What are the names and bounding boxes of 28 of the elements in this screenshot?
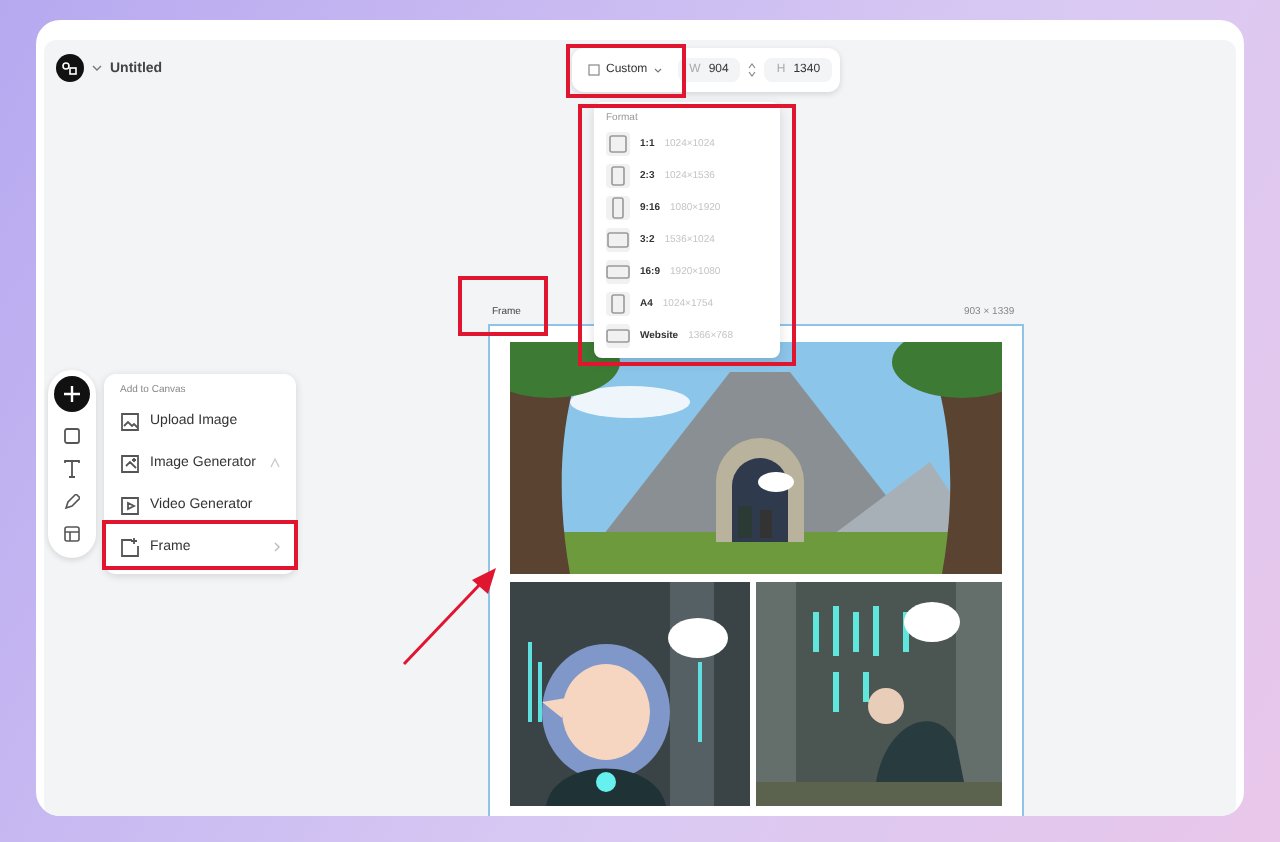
generate-icon [120, 453, 140, 473]
highlight-box [566, 44, 686, 98]
aspect-ratio-icon [606, 228, 630, 252]
aspect-ratio-icon [606, 196, 630, 220]
link-arrows-icon[interactable] [748, 62, 757, 78]
video-icon [120, 495, 140, 515]
plus-icon [64, 386, 80, 402]
frame-icon [588, 64, 600, 76]
chevron-right-icon [274, 542, 280, 552]
chevron-down-icon[interactable] [92, 64, 102, 72]
aspect-ratio-icon [606, 292, 630, 316]
upload-icon [120, 411, 140, 431]
annotation-arrow [400, 564, 500, 668]
pen-icon[interactable] [64, 494, 80, 510]
chevron-down-icon [653, 67, 662, 73]
rectangle-icon[interactable] [64, 428, 80, 444]
aspect-ratio-icon [606, 132, 630, 156]
layout-icon[interactable] [64, 526, 80, 542]
aspect-ratio-icon [606, 260, 630, 284]
badge-icon [270, 458, 280, 468]
frame-icon [120, 537, 140, 557]
aspect-ratio-icon [606, 324, 630, 348]
add-button[interactable] [54, 376, 90, 412]
logo-icon[interactable] [56, 54, 84, 82]
aspect-ratio-icon [606, 164, 630, 188]
highlight-box [458, 276, 548, 336]
text-icon[interactable] [64, 460, 80, 478]
frame[interactable] [488, 324, 1024, 816]
